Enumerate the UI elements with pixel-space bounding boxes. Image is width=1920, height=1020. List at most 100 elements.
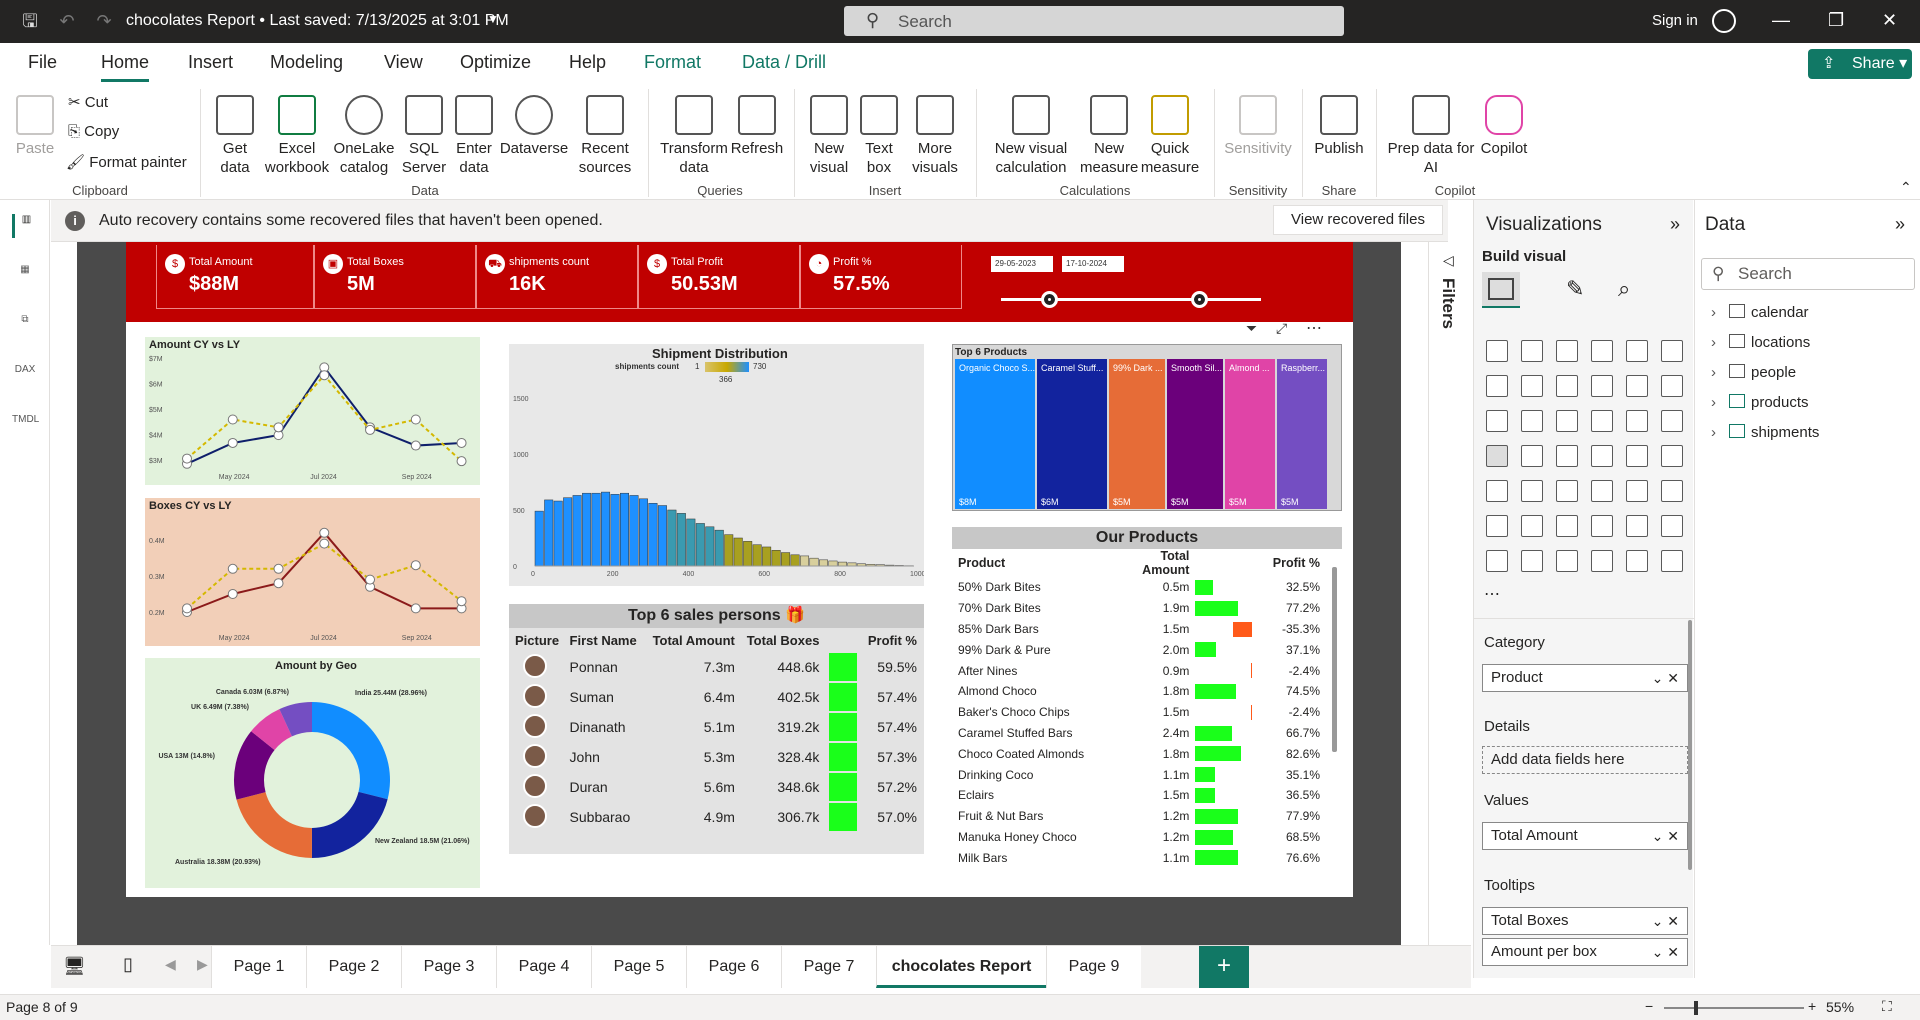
sign-in-link[interactable]: Sign in (1652, 12, 1698, 29)
format-visual-icon[interactable]: ✎ (1566, 276, 1584, 302)
kpi-total-amount[interactable]: $ Total Amount $88M (156, 245, 314, 309)
filter-icon[interactable]: ⏷ (1246, 320, 1257, 337)
kpi-total-profit[interactable]: $ Total Profit 50.53M (638, 245, 800, 309)
kpi-total-boxes[interactable]: ▣ Total Boxes 5M (314, 245, 476, 309)
add-page-button[interactable]: + (1199, 946, 1249, 988)
format-painter-button[interactable]: 🖌 Format painter (66, 153, 187, 171)
next-page-icon[interactable]: ▶ (197, 956, 208, 973)
minimize-icon[interactable]: — (1772, 10, 1790, 31)
key-influencers-icon[interactable] (1521, 515, 1543, 537)
fit-to-page-icon[interactable]: ⛶ (1882, 998, 1892, 1015)
data-search-input[interactable]: ⚲ Search (1701, 258, 1915, 290)
ribbon-icon[interactable] (1486, 410, 1508, 432)
sensitivity-button[interactable]: Sensitivity (1218, 95, 1298, 158)
new-measure-button[interactable]: New measure (1080, 95, 1138, 177)
kpi-icon[interactable] (1521, 480, 1543, 502)
new-visual-calculation-button[interactable]: New visual calculation (984, 95, 1078, 177)
azure-map-icon[interactable] (1591, 445, 1613, 467)
table-row[interactable]: John 5.3m 328.4k 57.3% (511, 742, 921, 772)
clustered-bar-icon[interactable] (1556, 340, 1578, 362)
decomposition-tree-icon[interactable] (1556, 515, 1578, 537)
100-bar-icon[interactable] (1626, 340, 1648, 362)
table-row[interactable]: 70% Dark Bites 1.9m 77.2% (954, 598, 1324, 619)
sql-server-button[interactable]: SQL Server (398, 95, 450, 177)
100-column-icon[interactable] (1661, 340, 1683, 362)
prep-data-for-ai-button[interactable]: Prep data for AI (1386, 95, 1476, 177)
chevron-icon[interactable] (1661, 550, 1683, 572)
amount-by-geo-chart[interactable]: Amount by Geo India 25.44M (28.96%) New Z… (145, 658, 480, 888)
table-row[interactable]: 99% Dark & Pure 2.0m 37.1% (954, 639, 1324, 660)
treemap-tile[interactable]: Caramel Stuff... $6M (1037, 359, 1107, 509)
100-area-icon[interactable] (1591, 375, 1613, 397)
category-field[interactable]: Product ⌄ ✕ (1482, 664, 1688, 692)
zoom-out-icon[interactable]: − (1645, 998, 1653, 1014)
narrative-icon[interactable] (1626, 515, 1648, 537)
zoom-slider[interactable] (1664, 1007, 1804, 1009)
clustered-column-icon[interactable] (1591, 340, 1613, 362)
trophy-goals-icon[interactable] (1521, 550, 1543, 572)
tab-optimize[interactable]: Optimize (460, 52, 531, 73)
get-data-button[interactable]: Get data (208, 95, 262, 177)
zoom-slider-handle[interactable] (1694, 1001, 1698, 1015)
table-row[interactable]: Baker's Choco Chips 1.5m -2.4% (954, 702, 1324, 723)
slicer-icon[interactable] (1556, 480, 1578, 502)
onelake-catalog-button[interactable]: OneLake catalog (332, 95, 396, 177)
quick-measure-button[interactable]: Quick measure (1140, 95, 1200, 177)
close-icon[interactable]: ✕ (1882, 10, 1897, 31)
col-total-boxes[interactable]: Total Boxes (739, 628, 824, 652)
tab-data-drill[interactable]: Data / Drill (742, 52, 826, 73)
date-from-input[interactable]: 29-05-2023 (991, 256, 1053, 272)
desktop-layout-icon[interactable]: 🖥 (63, 956, 86, 977)
table-row[interactable]: 85% Dark Bars 1.5m -35.3% (954, 619, 1324, 640)
refresh-button[interactable]: Refresh (730, 95, 784, 158)
field-controls-icon[interactable]: ⌄ ✕ (1652, 908, 1679, 934)
collapse-ribbon-icon[interactable]: ⌃ (1900, 179, 1912, 196)
tooltip-field[interactable]: Total Boxes ⌄ ✕ (1482, 907, 1688, 935)
table-row[interactable]: Drinking Coco 1.1m 35.1% (954, 764, 1324, 785)
col-profit[interactable]: Profit % (861, 628, 921, 652)
col-total-amount[interactable]: Total Amount (1106, 549, 1193, 577)
tab-page-2[interactable]: Page 2 (306, 946, 401, 988)
funnel-icon[interactable] (1556, 410, 1578, 432)
model-view-icon[interactable]: ⧉ (12, 314, 38, 338)
table-row[interactable]: Caramel Stuffed Bars 2.4m 66.7% (954, 723, 1324, 744)
col-total-amount[interactable]: Total Amount (644, 628, 739, 652)
more-visuals-button[interactable]: More visuals (904, 95, 966, 177)
donut-icon[interactable] (1661, 410, 1683, 432)
field-controls-icon[interactable]: ⌄ ✕ (1652, 939, 1679, 965)
line-stacked-icon[interactable] (1661, 375, 1683, 397)
waterfall-icon[interactable] (1521, 410, 1543, 432)
line-column-icon[interactable] (1626, 375, 1648, 397)
stacked-area-icon[interactable] (1556, 375, 1578, 397)
table-row[interactable]: Choco Coated Almonds 1.8m 82.6% (954, 743, 1324, 764)
table-row[interactable]: After Nines 0.9m -2.4% (954, 660, 1324, 681)
diamond-icon[interactable] (1626, 550, 1648, 572)
tab-file[interactable]: File (28, 52, 57, 73)
r-script-icon[interactable] (1661, 480, 1683, 502)
scrollbar[interactable] (1332, 567, 1337, 752)
tab-page-5[interactable]: Page 5 (591, 946, 686, 988)
tab-help[interactable]: Help (569, 52, 606, 73)
table-row[interactable]: Fruit & Nut Bars 1.2m 77.9% (954, 806, 1324, 827)
chevron-down-icon[interactable]: ▼ (487, 12, 499, 26)
new-visual-button[interactable]: New visual (804, 95, 854, 177)
qa-icon[interactable] (1591, 515, 1613, 537)
date-range-slicer[interactable]: 29-05-2023 17-10-2024 (991, 252, 1271, 312)
analytics-icon[interactable]: ⌕ (1618, 276, 1630, 302)
tab-page-7[interactable]: Page 7 (781, 946, 876, 988)
collapse-icon[interactable]: » (1670, 214, 1680, 235)
text-box-button[interactable]: Text box (856, 95, 902, 177)
details-drop-zone[interactable]: Add data fields here (1482, 746, 1688, 774)
col-picture[interactable]: Picture (511, 628, 566, 652)
treemap-tile[interactable]: Almond ... $5M (1225, 359, 1275, 509)
tab-page-9[interactable]: Page 9 (1046, 946, 1141, 988)
scrollbar[interactable] (1688, 620, 1692, 870)
undo-icon[interactable]: ↶ (56, 10, 78, 32)
cut-button[interactable]: ✂ Cut (68, 93, 108, 111)
table-row[interactable]: Subbarao 4.9m 306.7k 57.0% (511, 802, 921, 832)
pie-icon[interactable] (1626, 410, 1648, 432)
save-icon[interactable]: 🖫 (19, 10, 41, 32)
slider-track[interactable] (1001, 298, 1261, 301)
paste-button[interactable]: Paste (12, 95, 58, 158)
tmdl-view-icon[interactable]: TMDL (12, 414, 39, 438)
